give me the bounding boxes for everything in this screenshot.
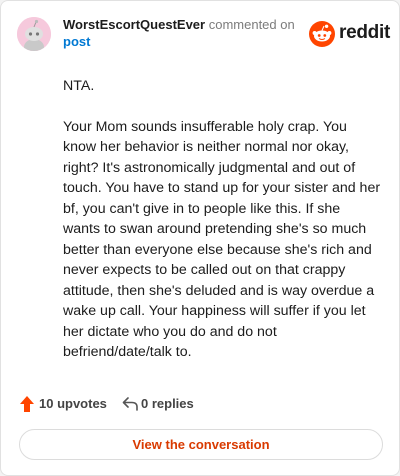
comment-header: WorstEscortQuestEver commented on post r… [15,15,390,55]
action-text: commented on [208,17,295,32]
brand-name: reddit [339,22,390,43]
upvote-arrow-icon[interactable] [19,395,35,413]
embedded-comment-card: WorstEscortQuestEver commented on post r… [0,0,400,476]
view-conversation-button[interactable]: View the conversation [19,429,383,460]
user-avatar[interactable] [17,17,51,51]
username[interactable]: WorstEscortQuestEver [63,17,205,32]
snoo-avatar-icon [17,17,51,51]
upvote-count: 10 upvotes [39,396,107,411]
reply-count: 0 replies [141,396,194,411]
comment-paragraph: NTA. [63,78,95,94]
post-link[interactable]: post [63,34,90,49]
reddit-logo-icon [309,21,335,47]
comment-meta: WorstEscortQuestEver commented on post [63,16,303,50]
comment-actions: 10 upvotes 0 replies [19,393,319,415]
reddit-logo[interactable]: reddit [309,20,390,48]
comment-body: NTA. Your Mom sounds insufferable holy c… [63,76,381,383]
reply-arrow-icon[interactable] [122,396,139,412]
comment-paragraph: Your Mom sounds insufferable holy crap. … [63,118,381,361]
